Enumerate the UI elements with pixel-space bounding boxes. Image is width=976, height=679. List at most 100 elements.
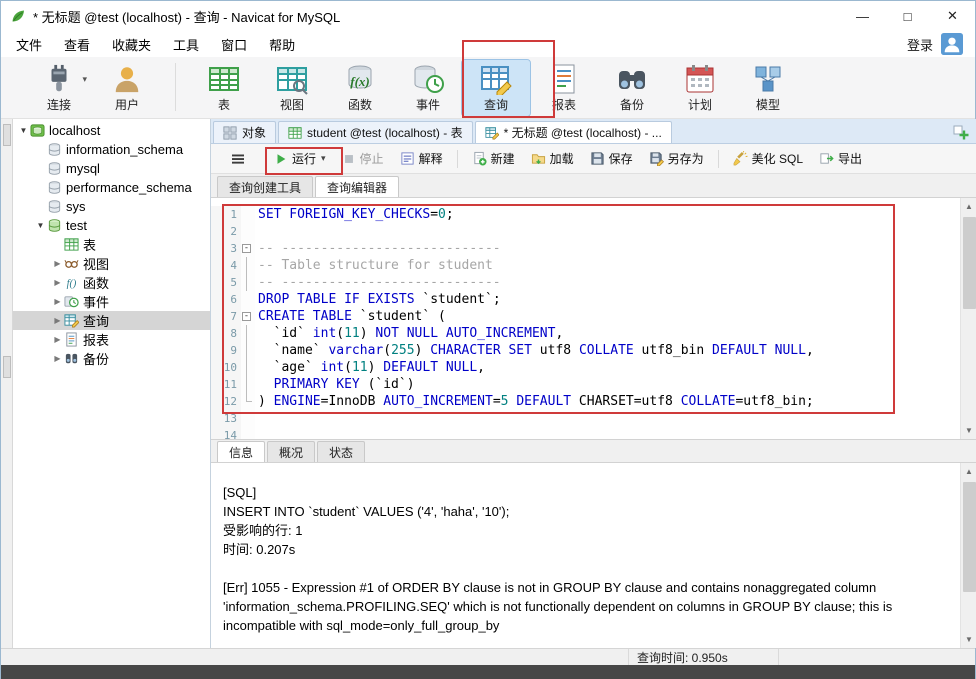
explain-button[interactable]: 解释 xyxy=(393,147,450,171)
saveas-button[interactable]: 另存为 xyxy=(642,147,711,171)
scrollbar-thumb[interactable] xyxy=(963,482,976,592)
line-number: 7 xyxy=(211,308,241,325)
menu-item-3[interactable]: 工具 xyxy=(162,31,210,58)
collapsed-arrow-icon[interactable]: ▶ xyxy=(51,297,64,306)
sql-editor-text[interactable]: 1 SET FOREIGN_KEY_CHECKS=0; 2 3- -- --------… xyxy=(211,198,960,439)
collapsed-pane-icon[interactable] xyxy=(2,356,11,378)
editor-tab-0[interactable]: 查询创建工具 xyxy=(217,176,314,197)
tree-item-sys[interactable]: sys xyxy=(13,197,210,216)
menu-item-5[interactable]: 帮助 xyxy=(258,31,306,58)
tree-item-查询[interactable]: ▶ 查询 xyxy=(13,311,210,330)
line-number: 4 xyxy=(211,257,241,274)
main-area: 对象 student @test (localhost) - 表 * 无标题 @te… xyxy=(211,119,976,648)
result-tab-2[interactable]: 状态 xyxy=(317,441,366,462)
tree-item-事件[interactable]: ▶ 事件 xyxy=(13,292,210,311)
toolbar-item-function[interactable]: f(x) 函数 xyxy=(326,60,394,116)
fold-marker-icon[interactable]: - xyxy=(241,308,255,325)
window-controls: — □ ✕ xyxy=(840,1,975,31)
save-icon xyxy=(590,151,605,166)
tree-item-test[interactable]: ▼ test xyxy=(13,216,210,235)
scrollbar-track[interactable] xyxy=(961,480,976,631)
toolbar-item-plan[interactable]: 计划 xyxy=(666,60,734,116)
minimize-button[interactable]: — xyxy=(840,1,885,31)
expanded-arrow-icon[interactable]: ▼ xyxy=(17,126,30,135)
result-tab-1[interactable]: 概况 xyxy=(267,441,316,462)
collapsed-arrow-icon[interactable]: ▶ xyxy=(51,316,64,325)
tree-item-mysql[interactable]: mysql xyxy=(13,159,210,178)
tree-function-icon: f() xyxy=(64,275,79,290)
editor-line: 9 `name` varchar(255) CHARACTER SET utf8… xyxy=(211,342,960,359)
view-icon xyxy=(276,63,308,95)
save-button[interactable]: 保存 xyxy=(583,147,640,171)
tree-item-表[interactable]: 表 xyxy=(13,235,210,254)
new-icon xyxy=(472,151,487,166)
collapsed-pane-icon[interactable] xyxy=(2,124,11,146)
message-scrollbar[interactable]: ▲ ▼ xyxy=(960,463,976,648)
new-button[interactable]: 新建 xyxy=(465,147,522,171)
menu-button[interactable] xyxy=(223,147,253,171)
dropdown-caret-icon[interactable]: ▾ xyxy=(82,74,87,85)
tree-item-函数[interactable]: ▶ f() 函数 xyxy=(13,273,210,292)
menu-item-1[interactable]: 查看 xyxy=(53,31,101,58)
login-link[interactable]: 登录 xyxy=(907,35,933,54)
toolbar-item-query[interactable]: 查询 xyxy=(461,59,531,117)
db-gray-icon xyxy=(47,180,62,195)
tree-item-performance_schema[interactable]: performance_schema xyxy=(13,178,210,197)
scrollbar-thumb[interactable] xyxy=(963,217,976,309)
dropdown-caret-icon[interactable]: ▾ xyxy=(321,153,326,164)
maximize-button[interactable]: □ xyxy=(885,1,930,31)
load-button[interactable]: 加载 xyxy=(524,147,581,171)
fold-marker-icon[interactable]: - xyxy=(241,240,255,257)
beautify-button[interactable]: 美化 SQL xyxy=(726,147,810,171)
menu-item-0[interactable]: 文件 xyxy=(5,31,53,58)
scroll-up-icon[interactable]: ▲ xyxy=(961,463,976,480)
table-icon xyxy=(208,63,240,95)
toolbar-item-model[interactable]: 模型 xyxy=(734,60,802,116)
tree-item-视图[interactable]: ▶ 视图 xyxy=(13,254,210,273)
tree-item-报表[interactable]: ▶ 报表 xyxy=(13,330,210,349)
document-tab-0[interactable]: 对象 xyxy=(213,121,277,143)
toolbar-item-event[interactable]: 事件 xyxy=(394,60,462,116)
tree-item-备份[interactable]: ▶ 备份 xyxy=(13,349,210,368)
document-tab-1[interactable]: student @test (localhost) - 表 xyxy=(278,121,473,143)
save-button-label: 保存 xyxy=(608,152,633,166)
collapsed-arrow-icon[interactable]: ▶ xyxy=(51,259,64,268)
toolbar-item-connection[interactable]: ▾ 连接 xyxy=(25,60,93,116)
toolbar-item-backup[interactable]: 备份 xyxy=(598,60,666,116)
scroll-up-icon[interactable]: ▲ xyxy=(961,198,976,215)
editor-scrollbar[interactable]: ▲ ▼ xyxy=(960,198,976,439)
beautify-icon xyxy=(733,151,748,166)
scroll-down-icon[interactable]: ▼ xyxy=(961,631,976,648)
editor-tab-bar: 查询创建工具 查询编辑器 xyxy=(211,174,976,198)
result-tab-0[interactable]: 信息 xyxy=(217,441,266,462)
tree-item-label: information_schema xyxy=(66,142,184,157)
message-text: [SQL] INSERT INTO `student` VALUES ('4', … xyxy=(211,463,960,648)
collapsed-arrow-icon[interactable]: ▶ xyxy=(51,335,64,344)
menu-item-2[interactable]: 收藏夹 xyxy=(101,31,162,58)
toolbar-item-user[interactable]: 用户 xyxy=(93,60,161,116)
tree-item-information_schema[interactable]: information_schema xyxy=(13,140,210,159)
menu-bar: 文件 查看 收藏夹 工具 窗口 帮助 登录 xyxy=(1,31,975,57)
menu-item-4[interactable]: 窗口 xyxy=(210,31,258,58)
close-button[interactable]: ✕ xyxy=(930,1,975,31)
new-tab-button[interactable] xyxy=(953,125,969,141)
query-time-status: 查询时间: 0.950s xyxy=(629,649,779,665)
run-button[interactable]: 运行 ▾ xyxy=(267,147,333,171)
toolbar-item-table[interactable]: 表 xyxy=(190,60,258,116)
document-tab-2[interactable]: * 无标题 @test (localhost) - ... xyxy=(474,121,672,143)
collapsed-arrow-icon[interactable]: ▶ xyxy=(51,278,64,287)
fold-guide xyxy=(241,325,255,342)
toolbar-item-report[interactable]: 报表 xyxy=(530,60,598,116)
sql-editor[interactable]: 1 SET FOREIGN_KEY_CHECKS=0; 2 3- -- --------… xyxy=(211,198,976,439)
tree-item-label: mysql xyxy=(66,161,100,176)
editor-tab-1[interactable]: 查询编辑器 xyxy=(315,176,400,197)
tree-item-localhost[interactable]: ▼ localhost xyxy=(13,121,210,140)
scroll-down-icon[interactable]: ▼ xyxy=(961,422,976,439)
toolbar-item-view[interactable]: 视图 xyxy=(258,60,326,116)
scrollbar-track[interactable] xyxy=(961,215,976,422)
toolbar-item-label: 模型 xyxy=(755,98,780,112)
collapsed-arrow-icon[interactable]: ▶ xyxy=(51,354,64,363)
expanded-arrow-icon[interactable]: ▼ xyxy=(34,221,47,230)
export-button[interactable]: 导出 xyxy=(812,147,869,171)
user-account-icon[interactable] xyxy=(941,33,963,55)
